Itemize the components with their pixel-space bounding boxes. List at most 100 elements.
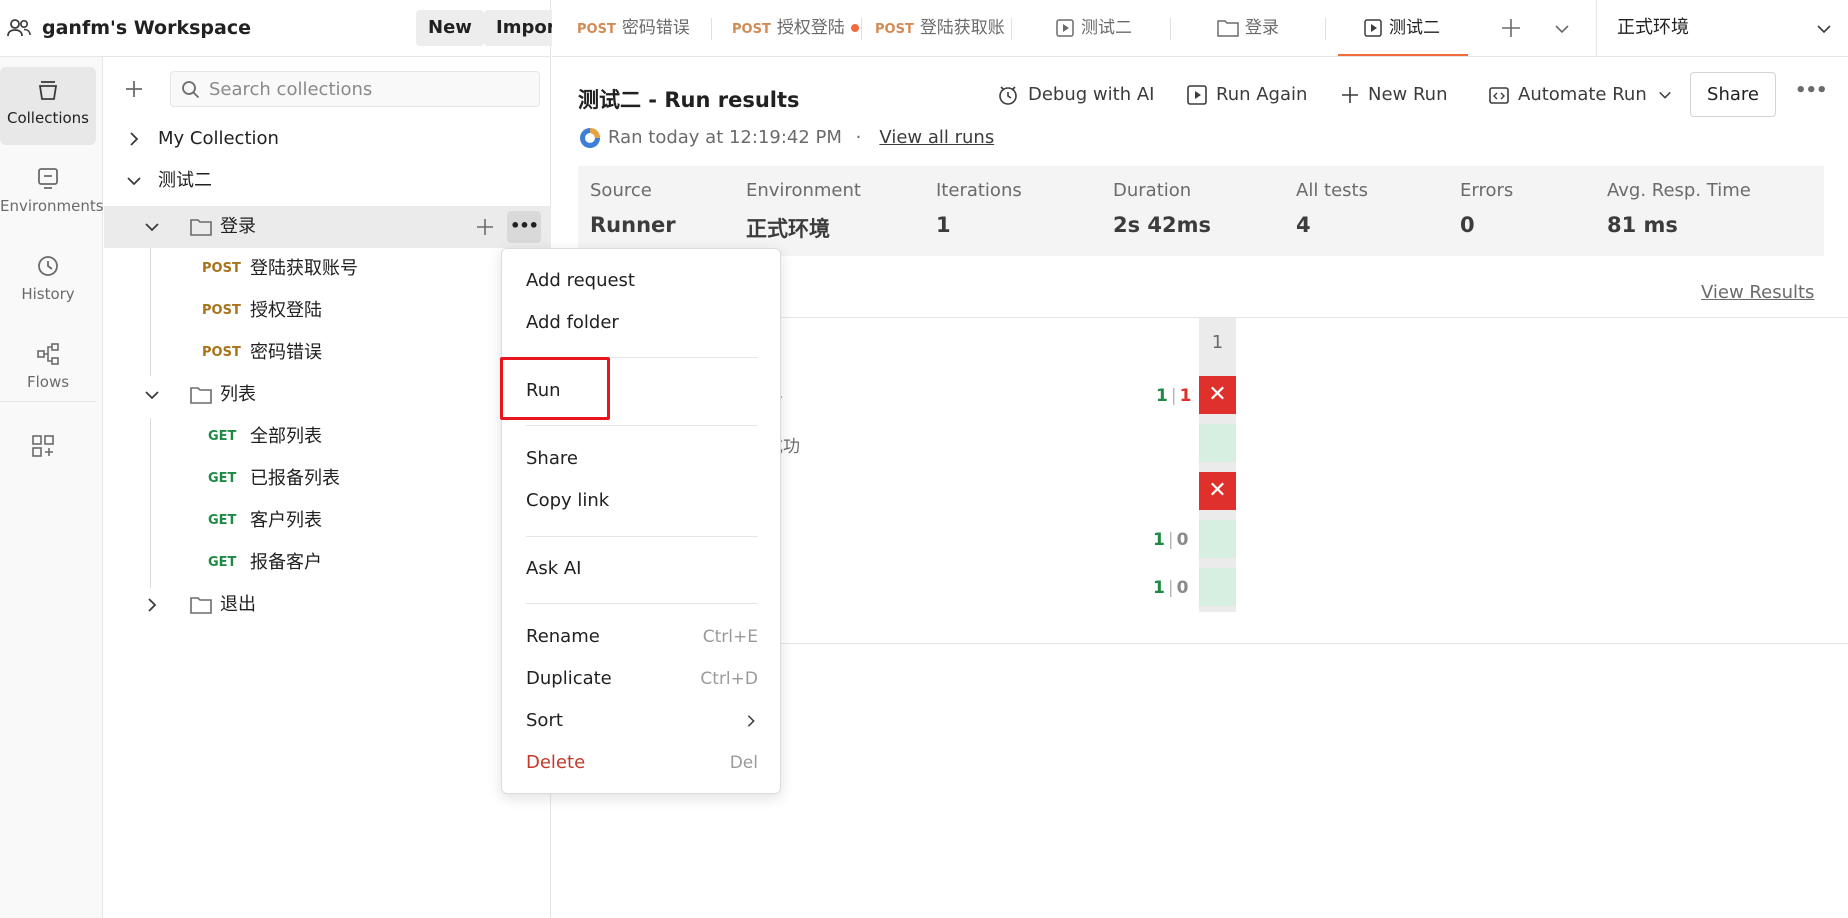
menu-delete[interactable]: Delete Del xyxy=(526,746,758,780)
more-actions-button[interactable]: ••• xyxy=(507,211,541,243)
tab-folder[interactable]: 登录 xyxy=(1217,0,1279,56)
menu-duplicate[interactable]: Duplicate Ctrl+D xyxy=(526,662,758,696)
tab-label: 登录 xyxy=(1245,18,1279,38)
tree-folder-logout[interactable]: 退出 xyxy=(104,584,504,626)
more-options-icon[interactable]: ••• xyxy=(1795,80,1828,101)
view-all-runs-link[interactable]: View all runs xyxy=(879,127,994,148)
result-cell-pass[interactable] xyxy=(1199,568,1236,606)
tree-folder-list[interactable]: 列表 xyxy=(104,374,551,416)
environment-select[interactable]: 正式环境 xyxy=(1596,0,1848,56)
rail-history[interactable]: History xyxy=(0,243,96,321)
share-button[interactable]: Share xyxy=(1690,72,1776,117)
menu-label: Rename xyxy=(526,626,600,647)
rail-collections[interactable]: Collections xyxy=(0,67,96,145)
menu-divider xyxy=(526,603,758,604)
tree-label: 报备客户 xyxy=(250,552,322,573)
context-menu: Add request Add folder Run Share Copy li… xyxy=(501,248,781,794)
tree-my-collection[interactable]: My Collection xyxy=(104,118,551,160)
stat-value: Runner xyxy=(590,213,676,237)
stat-source: Source Runner xyxy=(590,180,676,237)
menu-copy-link[interactable]: Copy link xyxy=(526,484,758,518)
automate-run-button[interactable]: Automate Run xyxy=(1488,76,1672,114)
tab-divider xyxy=(1325,18,1326,40)
tree-request[interactable]: POST 密码错误 xyxy=(104,332,551,374)
tree-request[interactable]: GET 全部列表 xyxy=(104,416,504,458)
add-request-icon[interactable] xyxy=(475,217,495,237)
method-badge: GET xyxy=(208,513,237,528)
rail-flows[interactable]: Flows xyxy=(0,331,96,409)
method-badge: GET xyxy=(208,429,237,444)
tab-label: 测试二 xyxy=(1389,18,1440,38)
workspace-header: ganfm's Workspace New Import xyxy=(0,0,577,57)
method-badge: POST xyxy=(202,303,241,318)
stat-errors: Errors 0 xyxy=(1460,180,1513,237)
tab-request[interactable]: POST 登陆获取账 xyxy=(875,0,1005,56)
pass-count: 1 xyxy=(1153,578,1165,598)
result-cell-pass[interactable] xyxy=(1199,520,1236,558)
tab-runner-active[interactable]: 测试二 xyxy=(1338,0,1468,56)
ai-debug-icon xyxy=(999,86,1017,105)
method-badge: POST xyxy=(202,345,241,360)
stat-value: 1 xyxy=(936,213,951,237)
fail-count: 0 xyxy=(1176,530,1189,550)
tree-request[interactable]: GET 报备客户 xyxy=(104,542,504,584)
run-again-button[interactable]: Run Again xyxy=(1186,76,1307,114)
shortcut-label: Del xyxy=(729,753,758,773)
stat-key: Avg. Resp. Time xyxy=(1607,180,1751,201)
search-input[interactable] xyxy=(209,72,529,106)
tab-divider xyxy=(1170,18,1171,40)
new-button[interactable]: New xyxy=(416,10,484,46)
add-collection-icon[interactable] xyxy=(124,79,144,99)
stat-key: Environment xyxy=(746,180,861,201)
plus-icon xyxy=(1342,87,1358,103)
result-cell-fail[interactable]: ✕ xyxy=(1199,472,1236,510)
tree-request[interactable]: GET 客户列表 xyxy=(104,500,504,542)
stat-all-tests: All tests 4 xyxy=(1296,180,1368,237)
tree-request[interactable]: GET 已报备列表 xyxy=(104,458,504,500)
environments-icon xyxy=(38,168,58,189)
menu-divider xyxy=(526,536,758,537)
chevron-down-icon[interactable] xyxy=(1554,21,1570,37)
tab-request[interactable]: POST 密码错误 xyxy=(577,0,690,56)
workspace-name[interactable]: ganfm's Workspace xyxy=(42,17,251,39)
result-cell-fail[interactable]: ✕ xyxy=(1199,376,1236,414)
menu-add-request[interactable]: Add request xyxy=(526,264,758,298)
menu-ask-ai[interactable]: Ask AI xyxy=(526,552,758,586)
add-apps-icon[interactable] xyxy=(30,433,56,459)
menu-sort[interactable]: Sort xyxy=(526,704,758,738)
rail-collections-label: Collections xyxy=(6,109,89,127)
iteration-header: 1 xyxy=(1211,332,1224,353)
stat-avg-resp-time: Avg. Resp. Time 81 ms xyxy=(1607,180,1751,237)
tab-runner[interactable]: 测试二 xyxy=(1055,0,1132,56)
tree-label: 密码错误 xyxy=(250,342,322,363)
tree-label: 授权登陆 xyxy=(250,300,322,321)
tree-collection-ceshi[interactable]: 测试二 xyxy=(104,160,551,202)
menu-rename[interactable]: Rename Ctrl+E xyxy=(526,620,758,654)
unsaved-dot-icon xyxy=(850,24,859,32)
menu-add-folder[interactable]: Add folder xyxy=(526,306,758,340)
tree-request[interactable]: POST 授权登陆 xyxy=(104,290,551,332)
stat-key: Duration xyxy=(1113,180,1192,201)
debug-with-ai-button[interactable]: Debug with AI xyxy=(996,76,1154,114)
chevron-down-icon xyxy=(1659,91,1672,99)
search-icon xyxy=(182,81,200,99)
stat-value: 2s 42ms xyxy=(1113,213,1212,237)
folder-icon xyxy=(1217,20,1239,37)
rail-environments[interactable]: Environments xyxy=(0,155,104,233)
new-tab-icon[interactable] xyxy=(1500,17,1522,39)
tab-request[interactable]: POST 授权登陆 xyxy=(732,0,859,56)
count-separator: | xyxy=(1170,386,1177,406)
view-results-link[interactable]: View Results xyxy=(1701,282,1814,303)
new-run-button[interactable]: New Run xyxy=(1340,76,1448,114)
test-count: 1 | 0 xyxy=(1153,578,1188,598)
chevron-down-icon xyxy=(145,391,159,400)
menu-share[interactable]: Share xyxy=(526,442,758,476)
method-badge: POST xyxy=(202,261,241,276)
rail-history-label: History xyxy=(21,285,75,303)
chevron-right-icon xyxy=(130,132,139,146)
tab-label: 登陆获取账 xyxy=(919,18,1005,38)
tree-request[interactable]: POST 登陆获取账号 xyxy=(104,248,551,290)
result-cell-pass[interactable] xyxy=(1199,424,1236,462)
search-box xyxy=(170,71,540,107)
stat-value: 4 xyxy=(1296,213,1311,237)
